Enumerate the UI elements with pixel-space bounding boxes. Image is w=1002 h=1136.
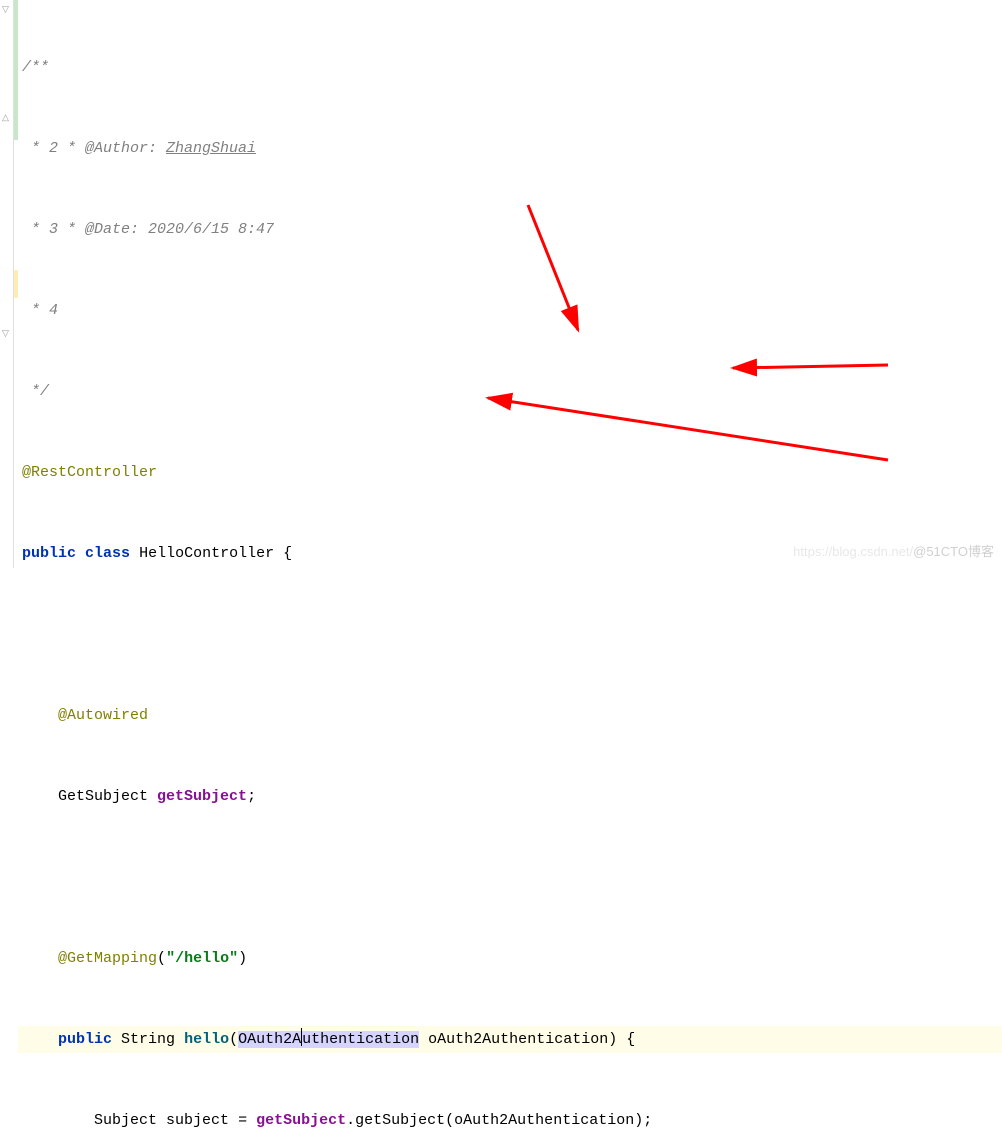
comment: * 4 [22,302,58,319]
watermark: https://blog.csdn.net/@51CTO博客 [793,541,994,560]
field: getSubject [256,1112,346,1129]
keyword: public [22,545,76,562]
annotation-arrow [718,330,898,380]
paren: ) [238,950,247,967]
comment: */ [22,383,49,400]
code-area[interactable]: /** * 2 * @Author: ZhangShuai * 3 * @Dat… [18,0,1002,568]
text-caret [301,1028,302,1046]
selected-text: OAuth2Authentication [238,1031,419,1048]
local-var: subject [166,1112,229,1129]
comment: /** [22,59,49,76]
param: oAuth2Authentication [428,1031,608,1048]
comment: * 2 * @Author: ZhangShuai [22,140,256,157]
arg: oAuth2Authentication [454,1112,634,1129]
method-call: getSubject [355,1112,445,1129]
fold-icon[interactable]: ▽ [2,329,12,339]
type: Subject [94,1112,157,1129]
type: String [121,1031,175,1048]
annotation: @RestController [22,464,157,481]
string: "/hello" [166,950,238,967]
annotation: @GetMapping [58,950,157,967]
semicolon: ; [247,788,256,805]
brace: { [283,545,292,562]
keyword: class [85,545,130,562]
brace: { [626,1031,635,1048]
gutter: ▽ △ ▽ [0,0,14,568]
type: GetSubject [58,788,148,805]
fold-icon[interactable]: ▽ [2,5,12,15]
method-name: hello [184,1031,229,1048]
paren: ( [229,1031,238,1048]
code-editor[interactable]: ▽ △ ▽ /** * 2 * @Author: ZhangShuai * 3 … [0,0,1002,568]
comment: * 3 * @Date: 2020/6/15 8:47 [22,221,274,238]
paren: ( [157,950,166,967]
annotation: @Autowired [58,707,148,724]
fold-icon[interactable]: △ [2,113,12,123]
keyword: public [58,1031,112,1048]
class-name: HelloController [139,545,274,562]
field: getSubject [157,788,247,805]
paren: ) [608,1031,617,1048]
